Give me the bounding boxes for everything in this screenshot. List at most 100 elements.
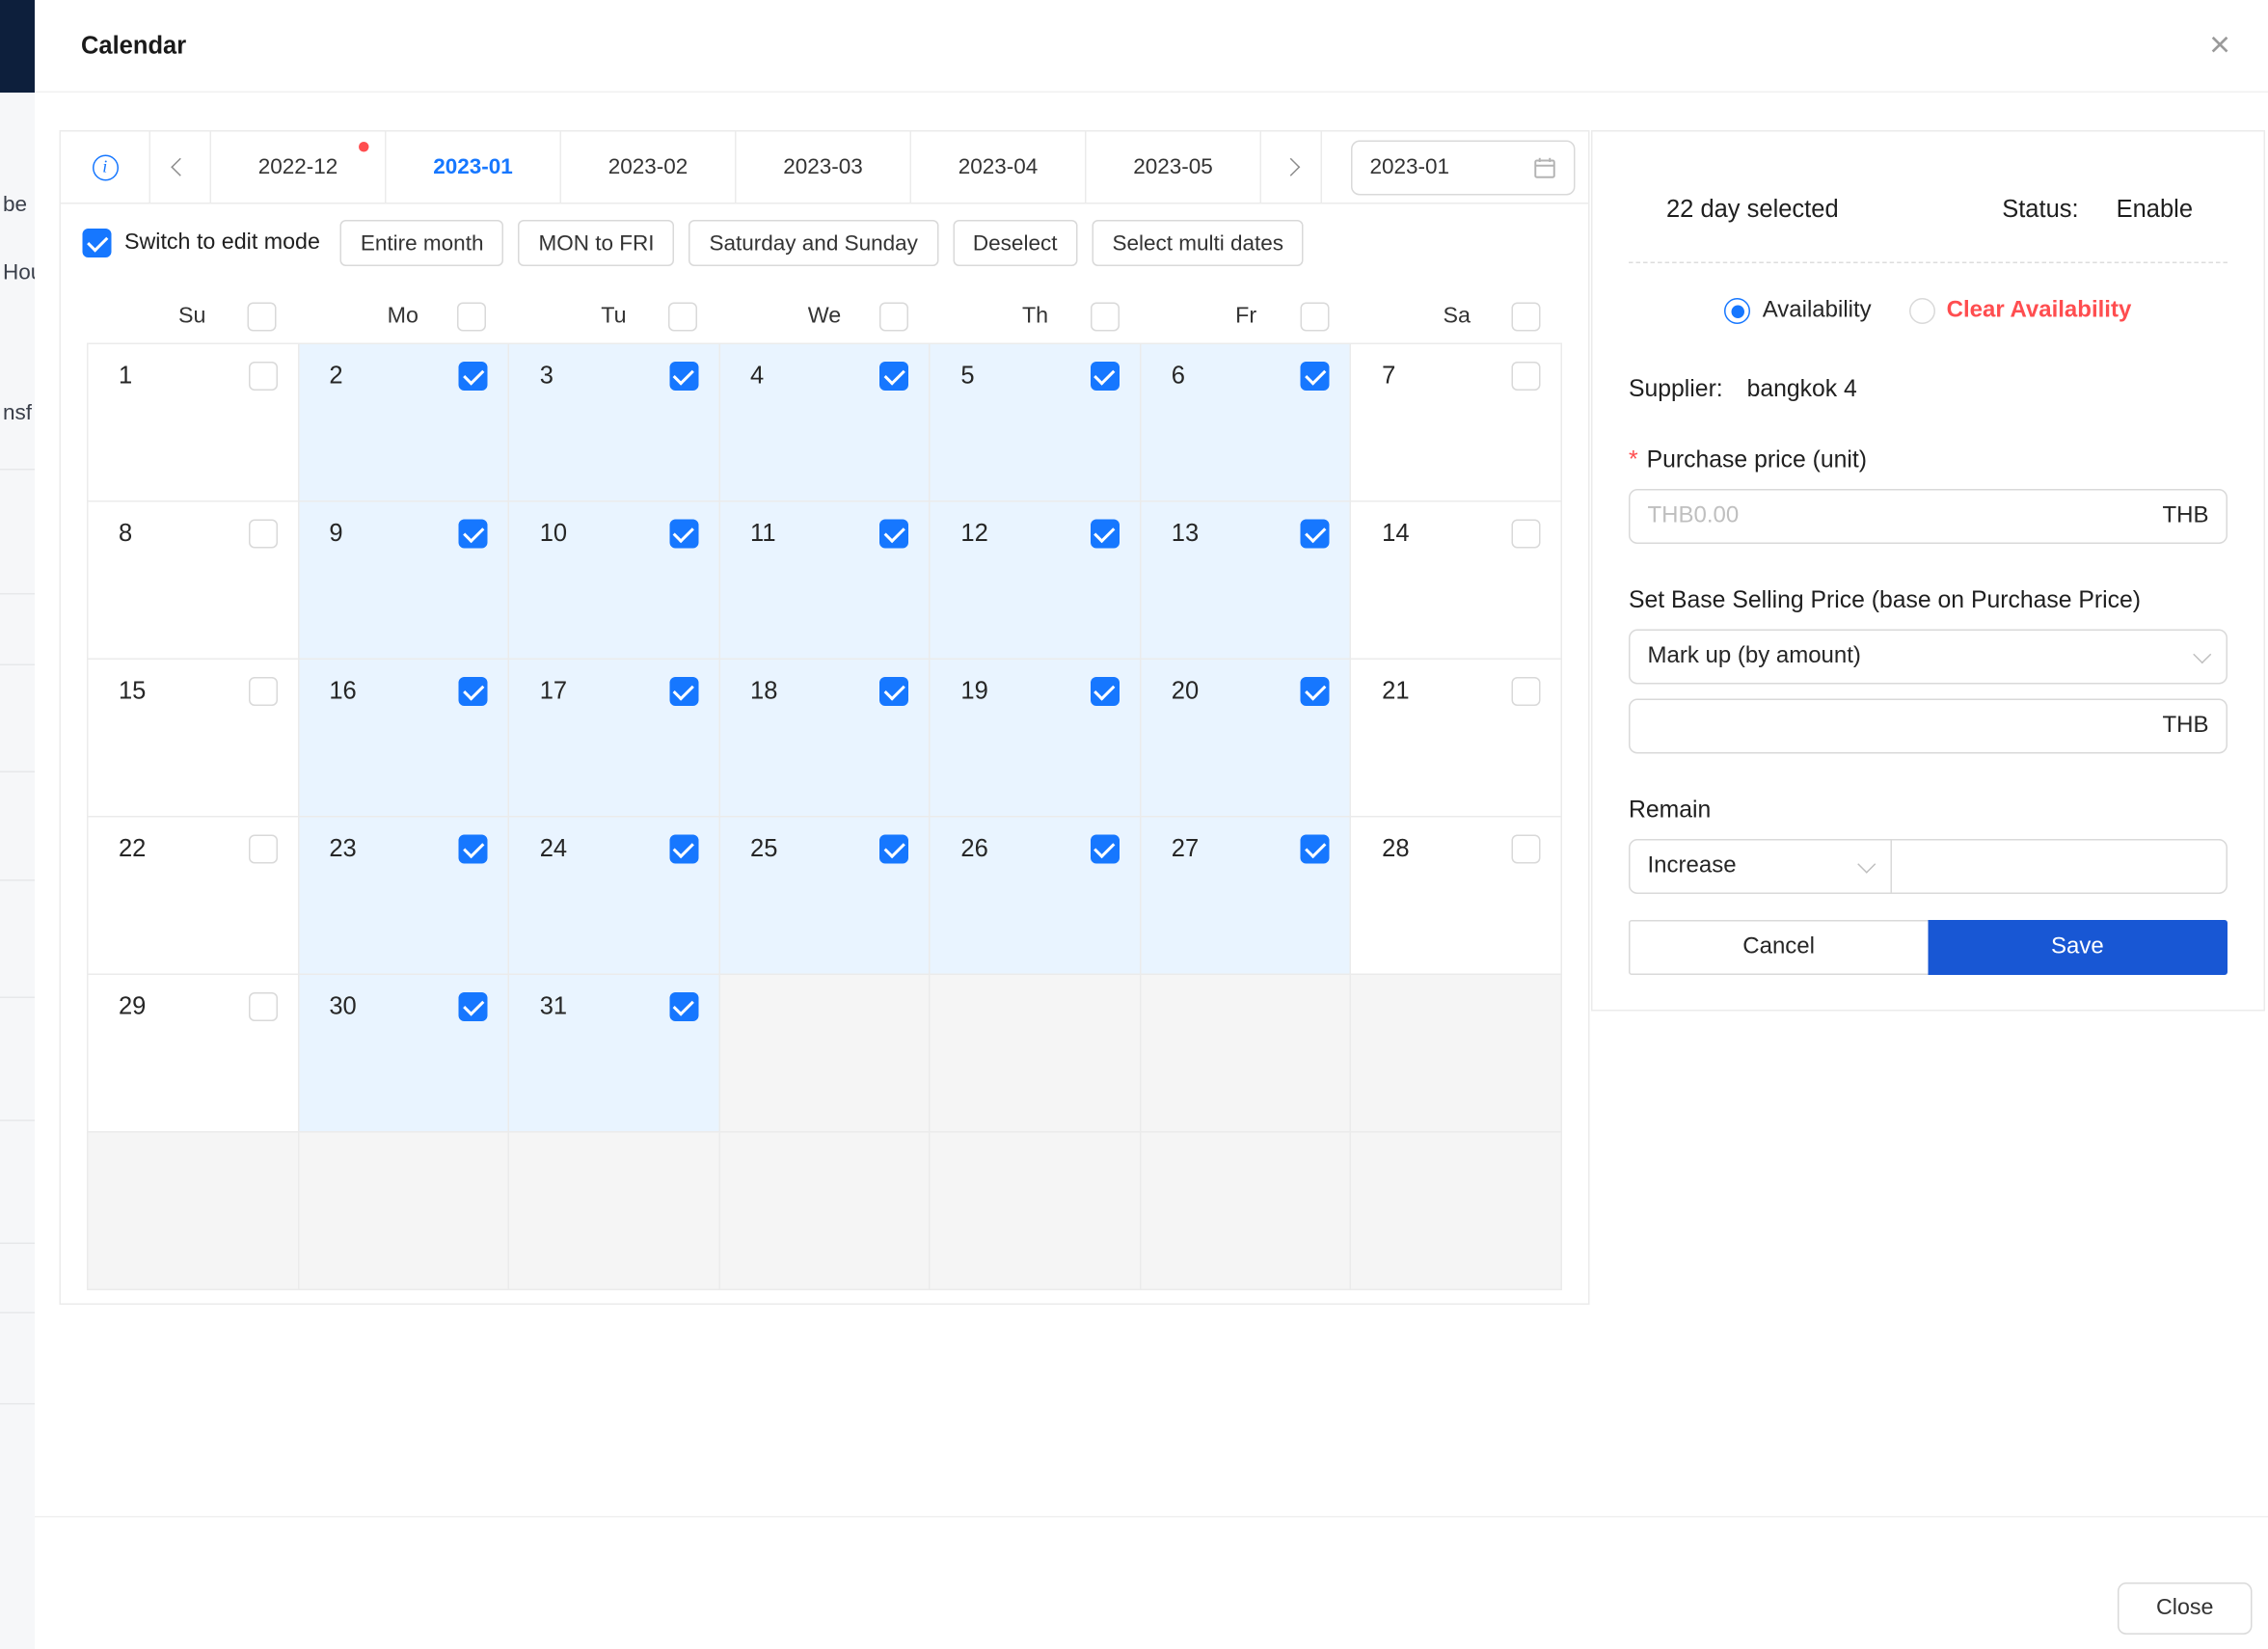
- date-checkbox-8[interactable]: [248, 520, 277, 549]
- tab-2023-04[interactable]: 2023-04: [911, 132, 1087, 203]
- column-checkbox-tu[interactable]: [668, 303, 697, 332]
- clear-availability-radio[interactable]: Clear Availability: [1909, 298, 2132, 324]
- info-button[interactable]: [61, 132, 150, 203]
- date-cell-27[interactable]: 27: [1141, 818, 1351, 976]
- date-cell-14[interactable]: 14: [1352, 502, 1562, 661]
- date-cell-4[interactable]: 4: [720, 344, 931, 502]
- date-cell-31[interactable]: 31: [509, 975, 719, 1133]
- date-checkbox-17[interactable]: [669, 677, 698, 706]
- toolbar-button-mon-to-fri[interactable]: MON to FRI: [518, 220, 674, 266]
- date-cell-7[interactable]: 7: [1352, 344, 1562, 502]
- date-cell-6[interactable]: 6: [1141, 344, 1351, 502]
- column-checkbox-we[interactable]: [879, 303, 908, 332]
- date-cell-2[interactable]: 2: [299, 344, 509, 502]
- date-checkbox-21[interactable]: [1511, 677, 1540, 706]
- date-cell-19[interactable]: 19: [931, 660, 1141, 818]
- column-checkbox-mo[interactable]: [458, 303, 487, 332]
- date-checkbox-5[interactable]: [1091, 362, 1120, 391]
- column-checkbox-th[interactable]: [1090, 303, 1119, 332]
- column-checkbox-su[interactable]: [247, 303, 276, 332]
- column-checkbox-sa[interactable]: [1511, 303, 1540, 332]
- toolbar-button-saturday-and-sunday[interactable]: Saturday and Sunday: [688, 220, 937, 266]
- remain-amount-input[interactable]: [1909, 853, 2209, 879]
- date-cell-5[interactable]: 5: [931, 344, 1141, 502]
- date-checkbox-25[interactable]: [879, 835, 908, 864]
- date-checkbox-10[interactable]: [669, 520, 698, 549]
- next-month-button[interactable]: [1261, 132, 1322, 203]
- prev-month-button[interactable]: [150, 132, 211, 203]
- date-checkbox-7[interactable]: [1511, 362, 1540, 391]
- purchase-price-input[interactable]: [1648, 503, 2151, 529]
- date-checkbox-29[interactable]: [248, 992, 277, 1021]
- close-button[interactable]: Close: [2118, 1582, 2253, 1635]
- markup-amount-input[interactable]: [1648, 714, 2151, 740]
- toolbar-button-deselect[interactable]: Deselect: [953, 220, 1078, 266]
- date-checkbox-20[interactable]: [1301, 677, 1330, 706]
- cancel-button[interactable]: Cancel: [1629, 920, 1929, 975]
- date-checkbox-31[interactable]: [669, 992, 698, 1021]
- toolbar-button-select-multi-dates[interactable]: Select multi dates: [1092, 220, 1304, 266]
- date-cell-26[interactable]: 26: [931, 818, 1141, 976]
- date-checkbox-24[interactable]: [669, 835, 698, 864]
- date-checkbox-28[interactable]: [1511, 835, 1540, 864]
- date-cell-24[interactable]: 24: [509, 818, 719, 976]
- required-asterisk: *: [1629, 447, 1638, 473]
- date-cell-1[interactable]: 1: [89, 344, 299, 502]
- date-cell-20[interactable]: 20: [1141, 660, 1351, 818]
- month-picker[interactable]: 2023-01: [1351, 140, 1576, 195]
- date-cell-3[interactable]: 3: [509, 344, 719, 502]
- date-cell-13[interactable]: 13: [1141, 502, 1351, 661]
- date-checkbox-16[interactable]: [459, 677, 488, 706]
- tab-2023-03[interactable]: 2023-03: [737, 132, 912, 203]
- date-checkbox-13[interactable]: [1301, 520, 1330, 549]
- date-checkbox-3[interactable]: [669, 362, 698, 391]
- date-checkbox-22[interactable]: [248, 835, 277, 864]
- date-cell-15[interactable]: 15: [89, 660, 299, 818]
- date-cell-28[interactable]: 28: [1352, 818, 1562, 976]
- date-cell-17[interactable]: 17: [509, 660, 719, 818]
- date-checkbox-14[interactable]: [1511, 520, 1540, 549]
- date-cell-21[interactable]: 21: [1352, 660, 1562, 818]
- date-cell-18[interactable]: 18: [720, 660, 931, 818]
- date-checkbox-6[interactable]: [1301, 362, 1330, 391]
- date-cell-25[interactable]: 25: [720, 818, 931, 976]
- date-number: 18: [750, 677, 777, 706]
- date-cell-16[interactable]: 16: [299, 660, 509, 818]
- edit-mode-toggle[interactable]: Switch to edit mode: [83, 229, 320, 257]
- date-checkbox-18[interactable]: [879, 677, 908, 706]
- date-checkbox-9[interactable]: [459, 520, 488, 549]
- date-checkbox-12[interactable]: [1091, 520, 1120, 549]
- date-cell-29[interactable]: 29: [89, 975, 299, 1133]
- date-checkbox-30[interactable]: [459, 992, 488, 1021]
- date-cell-8[interactable]: 8: [89, 502, 299, 661]
- column-checkbox-fr[interactable]: [1301, 303, 1330, 332]
- date-checkbox-1[interactable]: [248, 362, 277, 391]
- toolbar-button-entire-month[interactable]: Entire month: [340, 220, 504, 266]
- tab-2023-02[interactable]: 2023-02: [561, 132, 737, 203]
- date-checkbox-2[interactable]: [459, 362, 488, 391]
- availability-radio[interactable]: Availability: [1725, 298, 1872, 324]
- close-icon[interactable]: ×: [2209, 28, 2230, 65]
- date-checkbox-19[interactable]: [1091, 677, 1120, 706]
- date-cell-30[interactable]: 30: [299, 975, 509, 1133]
- date-checkbox-23[interactable]: [459, 835, 488, 864]
- date-checkbox-15[interactable]: [248, 677, 277, 706]
- date-cell-23[interactable]: 23: [299, 818, 509, 976]
- date-cell-12[interactable]: 12: [931, 502, 1141, 661]
- remain-method-select[interactable]: Increase: [1629, 839, 1892, 894]
- date-cell-10[interactable]: 10: [509, 502, 719, 661]
- date-checkbox-26[interactable]: [1091, 835, 1120, 864]
- tab-2023-05[interactable]: 2023-05: [1087, 132, 1262, 203]
- date-cell-22[interactable]: 22: [89, 818, 299, 976]
- date-checkbox-27[interactable]: [1301, 835, 1330, 864]
- screen: beHounsf Calendar × 2022-122023-012023-0…: [0, 0, 2268, 1649]
- save-button[interactable]: Save: [1928, 920, 2228, 975]
- tab-2022-12[interactable]: 2022-12: [211, 132, 387, 203]
- markup-method-select[interactable]: Mark up (by amount): [1629, 630, 2228, 685]
- date-cell-11[interactable]: 11: [720, 502, 931, 661]
- tab-2023-01[interactable]: 2023-01: [387, 132, 562, 203]
- date-cell-9[interactable]: 9: [299, 502, 509, 661]
- date-checkbox-11[interactable]: [879, 520, 908, 549]
- date-checkbox-4[interactable]: [879, 362, 908, 391]
- edit-mode-checkbox[interactable]: [83, 229, 112, 257]
